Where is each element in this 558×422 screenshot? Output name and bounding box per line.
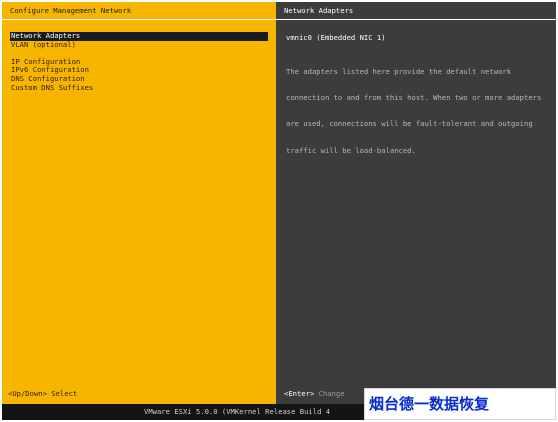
select-hint: <Up/Down> Select: [8, 389, 77, 398]
description-line: are used, connections will be fault-tole…: [286, 119, 533, 129]
description-line: traffic will be load-balanced.: [286, 145, 416, 155]
network-menu: Network Adapters VLAN (optional) IP Conf…: [10, 31, 268, 93]
details-pane: Network Adapters vmnic0 (Embedded NIC 1)…: [276, 2, 556, 404]
description-line: connection to and from this host. When t…: [286, 92, 542, 102]
select-hint-key: <Up/Down>: [8, 389, 47, 398]
select-hint-action: Select: [51, 389, 78, 398]
menu-item-custom-dns-suffixes[interactable]: Custom DNS Suffixes: [10, 83, 268, 93]
adapter-description: The adapters listed here provide the def…: [286, 50, 548, 173]
description-line: The adapters listed here provide the def…: [286, 66, 512, 76]
change-hint: <Enter> Change: [284, 389, 345, 398]
adapter-name: vmnic0 (Embedded NIC 1): [286, 33, 386, 42]
watermark-logo: 烟台德一数据恢复: [364, 388, 556, 420]
watermark-text: 烟台德一数据恢复: [369, 395, 490, 413]
menu-pane-header: Configure Management Network: [2, 2, 276, 20]
esxi-dcui-screen: Configure Management Network Network Ada…: [2, 2, 556, 420]
details-pane-header: Network Adapters: [276, 2, 556, 20]
menu-pane-title: Configure Management Network: [10, 6, 132, 15]
build-info: VMware ESXi 5.0.0 (VMKernel Release Buil…: [144, 407, 331, 416]
change-hint-action: Change: [318, 389, 345, 398]
menu-pane: Configure Management Network Network Ada…: [2, 2, 276, 404]
menu-item-vlan[interactable]: VLAN (optional): [10, 40, 268, 50]
details-pane-title: Network Adapters: [284, 6, 354, 15]
change-hint-key: <Enter>: [284, 389, 315, 398]
